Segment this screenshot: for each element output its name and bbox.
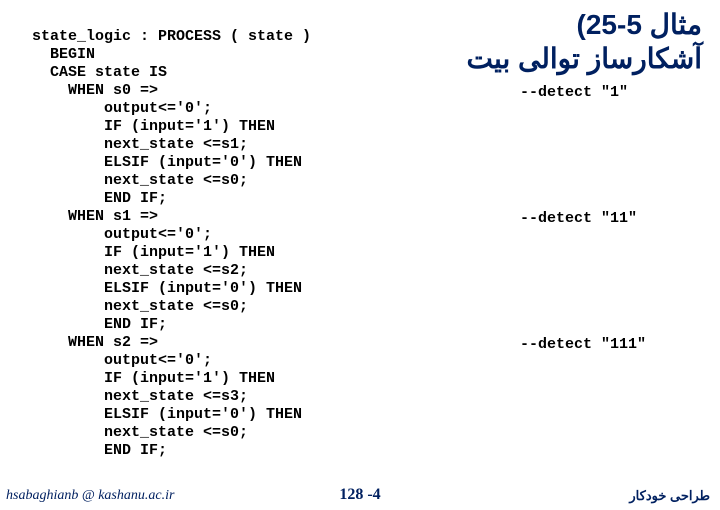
title-line1: مثال 5-25) <box>467 8 702 42</box>
title-line2: آشکارساز توالی بیت <box>467 42 702 76</box>
footer-page: 128 -4 <box>0 486 720 504</box>
comment-detect-111: --detect "111" <box>520 336 646 353</box>
footer-caption: طراحی خودکار <box>629 488 710 504</box>
code-block: state_logic : PROCESS ( state ) BEGIN CA… <box>32 28 311 460</box>
comment-detect-11: --detect "11" <box>520 210 637 227</box>
slide-title: مثال 5-25) آشکارساز توالی بیت <box>467 8 702 76</box>
comment-detect-1: --detect "1" <box>520 84 628 101</box>
